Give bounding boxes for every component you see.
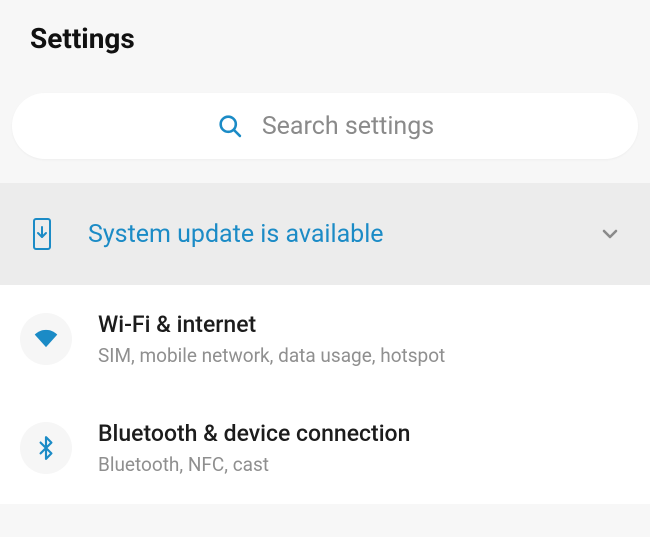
settings-item-title: Wi-Fi & internet	[98, 311, 630, 340]
search-container: Search settings	[0, 75, 650, 183]
search-placeholder: Search settings	[262, 112, 434, 141]
settings-item-bluetooth[interactable]: Bluetooth & device connection Bluetooth,…	[0, 394, 650, 503]
search-bar[interactable]: Search settings	[12, 93, 638, 159]
download-update-icon	[28, 217, 56, 251]
settings-item-subtitle: Bluetooth, NFC, cast	[98, 453, 630, 478]
wifi-icon	[20, 313, 72, 365]
page-title: Settings	[30, 22, 620, 55]
settings-item-body: Bluetooth & device connection Bluetooth,…	[98, 420, 630, 477]
bluetooth-icon	[20, 422, 72, 474]
settings-item-body: Wi-Fi & internet SIM, mobile network, da…	[98, 311, 630, 368]
settings-item-subtitle: SIM, mobile network, data usage, hotspot	[98, 344, 630, 369]
system-update-banner[interactable]: System update is available	[0, 183, 650, 285]
settings-list: Wi-Fi & internet SIM, mobile network, da…	[0, 285, 650, 504]
settings-item-wifi[interactable]: Wi-Fi & internet SIM, mobile network, da…	[0, 285, 650, 394]
search-icon	[216, 112, 244, 140]
settings-item-title: Bluetooth & device connection	[98, 420, 630, 449]
chevron-down-icon	[598, 222, 622, 246]
header: Settings	[0, 0, 650, 75]
banner-text: System update is available	[88, 220, 566, 249]
